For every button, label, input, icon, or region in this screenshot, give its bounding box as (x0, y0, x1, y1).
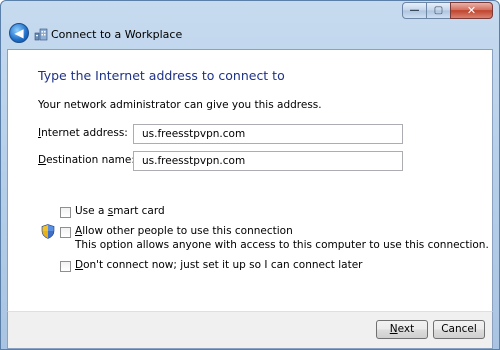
page-heading: Type the Internet address to connect to (38, 68, 285, 83)
close-icon: ✕ (466, 4, 477, 17)
close-button[interactable]: ✕ (450, 2, 493, 19)
dont-connect-label[interactable]: Don't connect now; just set it up so I c… (75, 259, 362, 271)
dialog-window: — ▢ ✕ ◀ Connect to a Workplace Type the … (0, 0, 500, 350)
internet-address-label: Internet address: (38, 127, 128, 139)
destination-name-label: Destination name: (38, 154, 135, 166)
uac-shield-icon (41, 224, 55, 239)
back-arrow-icon: ◀ (14, 26, 24, 40)
cancel-button[interactable]: Cancel (433, 320, 485, 339)
smart-card-checkbox[interactable] (60, 207, 71, 218)
wizard-footer: Next Cancel (7, 311, 493, 349)
allow-others-checkbox[interactable] (60, 227, 71, 238)
destination-name-input[interactable] (133, 151, 403, 171)
page-subtitle: Your network administrator can give you … (38, 99, 322, 111)
allow-others-description: This option allows anyone with access to… (75, 239, 489, 251)
next-button[interactable]: Next (376, 320, 428, 339)
maximize-icon: ▢ (433, 5, 444, 16)
minimize-icon: — (409, 5, 420, 16)
smart-card-label[interactable]: Use a smart card (75, 205, 165, 217)
minimize-button[interactable]: — (402, 2, 427, 19)
back-button[interactable]: ◀ (9, 23, 29, 43)
maximize-button[interactable]: ▢ (426, 2, 451, 19)
window-controls: — ▢ ✕ (402, 2, 493, 19)
network-connection-icon (34, 28, 48, 41)
allow-others-label[interactable]: Allow other people to use this connectio… (75, 225, 293, 237)
wizard-content: Type the Internet address to connect to … (7, 49, 493, 311)
dont-connect-checkbox[interactable] (60, 261, 71, 272)
wizard-header: ◀ Connect to a Workplace (1, 19, 499, 49)
internet-address-input[interactable] (133, 124, 403, 144)
wizard-title: Connect to a Workplace (51, 28, 183, 41)
